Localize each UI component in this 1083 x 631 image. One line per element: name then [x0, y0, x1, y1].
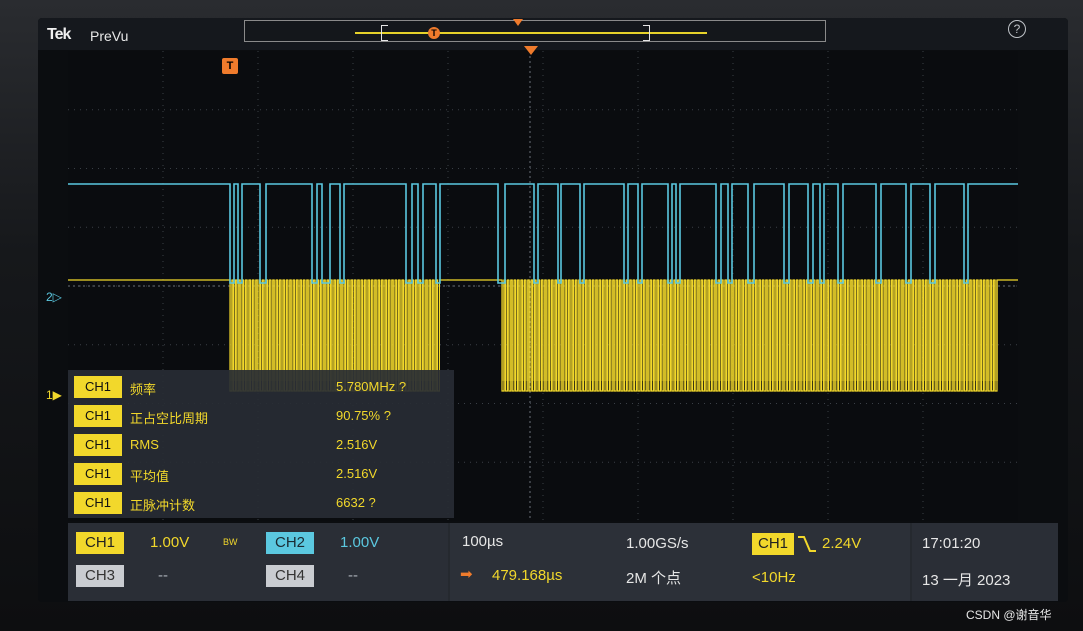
- sample-rate: 1.00GS/s: [626, 535, 689, 552]
- bandwidth-limit-icon: BW: [223, 537, 238, 547]
- acquisition-mode: PreVu: [90, 28, 129, 44]
- status-bar: CH1 1.00V BW CH2 1.00V CH3 -- CH4 -- 100…: [68, 523, 1058, 601]
- trigger-level[interactable]: 2.24V: [822, 535, 861, 552]
- ch3-scale: --: [158, 567, 168, 584]
- expansion-point-icon: [513, 19, 523, 26]
- measurement-name: 频率: [130, 382, 157, 397]
- measurement-row[interactable]: CH1 RMS 2.516V: [74, 434, 454, 458]
- measurement-value: 90.75% ?: [336, 408, 391, 423]
- ch3-badge[interactable]: CH3: [76, 565, 124, 587]
- ch1-ground-marker[interactable]: 1▶: [46, 388, 62, 402]
- measurement-name: 平均值: [130, 469, 170, 484]
- measurement-panel[interactable]: CH1 频率 5.780MHz ? CH1 正占空比周期 90.75% ? CH…: [68, 370, 454, 518]
- horizontal-position[interactable]: 479.168µs: [492, 567, 562, 584]
- clock-panel[interactable]: 17:01:20 13 一月 2023: [912, 523, 1058, 601]
- measurement-channel-badge: CH1: [74, 376, 122, 398]
- measurement-row[interactable]: CH1 频率 5.780MHz ?: [74, 376, 454, 400]
- expansion-point-marker-icon: [524, 46, 538, 55]
- time-scale[interactable]: 100µs: [462, 533, 503, 550]
- measurement-channel-badge: CH1: [74, 405, 122, 427]
- measurement-name: 正脉冲计数: [130, 498, 196, 513]
- measurement-name: RMS: [130, 437, 159, 452]
- oscilloscope-screen: Tek PreVu T ? T 2▷ 1▶ CH1 频率 5.780MHz ?: [38, 18, 1068, 602]
- falling-edge-icon: [798, 536, 816, 552]
- clock-time: 17:01:20: [922, 535, 981, 552]
- ch1-badge[interactable]: CH1: [76, 532, 124, 554]
- help-icon[interactable]: ?: [1008, 20, 1026, 38]
- measurement-channel-badge: CH1: [74, 463, 122, 485]
- record-line: [355, 32, 707, 34]
- arrow-right-icon: ➡: [460, 566, 473, 583]
- channel-settings-panel: CH1 1.00V BW CH2 1.00V CH3 -- CH4 --: [68, 523, 448, 601]
- measurement-row[interactable]: CH1 平均值 2.516V: [74, 463, 454, 487]
- overview-trigger-icon: T: [428, 27, 440, 39]
- ch2-scale[interactable]: 1.00V: [340, 534, 379, 551]
- tek-logo: Tek: [47, 26, 71, 43]
- view-bracket-right: [643, 25, 650, 41]
- measurement-row[interactable]: CH1 正占空比周期 90.75% ?: [74, 405, 454, 429]
- trigger-source-badge[interactable]: CH1: [752, 533, 794, 555]
- ch2-waveform: [68, 183, 1018, 284]
- measurement-name: 正占空比周期: [130, 411, 209, 426]
- measurement-value: 2.516V: [336, 466, 378, 481]
- waveform-record-overview[interactable]: T: [244, 19, 826, 42]
- timebase-trigger-panel[interactable]: 100µs ➡ 479.168µs 1.00GS/s 2M 个点 CH1 2.2…: [450, 523, 910, 601]
- trigger-frequency: <10Hz: [752, 569, 796, 586]
- trigger-position-icon[interactable]: T: [222, 58, 238, 74]
- measurement-value: 2.516V: [336, 437, 378, 452]
- watermark: CSDN @谢音华: [966, 608, 1052, 622]
- measurement-row[interactable]: CH1 正脉冲计数 6632 ?: [74, 492, 454, 516]
- top-bar: Tek PreVu T ?: [38, 18, 1068, 50]
- ch2-badge[interactable]: CH2: [266, 532, 314, 554]
- record-length: 2M 个点: [626, 570, 682, 587]
- ch4-scale: --: [348, 567, 358, 584]
- clock-date: 13 一月 2023: [922, 572, 1011, 589]
- measurement-channel-badge: CH1: [74, 434, 122, 456]
- ch2-ground-marker[interactable]: 2▷: [46, 290, 62, 304]
- view-bracket-left: [381, 25, 388, 41]
- measurement-value: 6632 ?: [336, 495, 376, 510]
- ch1-scale[interactable]: 1.00V: [150, 534, 189, 551]
- measurement-value: 5.780MHz ?: [336, 379, 407, 394]
- measurement-channel-badge: CH1: [74, 492, 122, 514]
- ch4-badge[interactable]: CH4: [266, 565, 314, 587]
